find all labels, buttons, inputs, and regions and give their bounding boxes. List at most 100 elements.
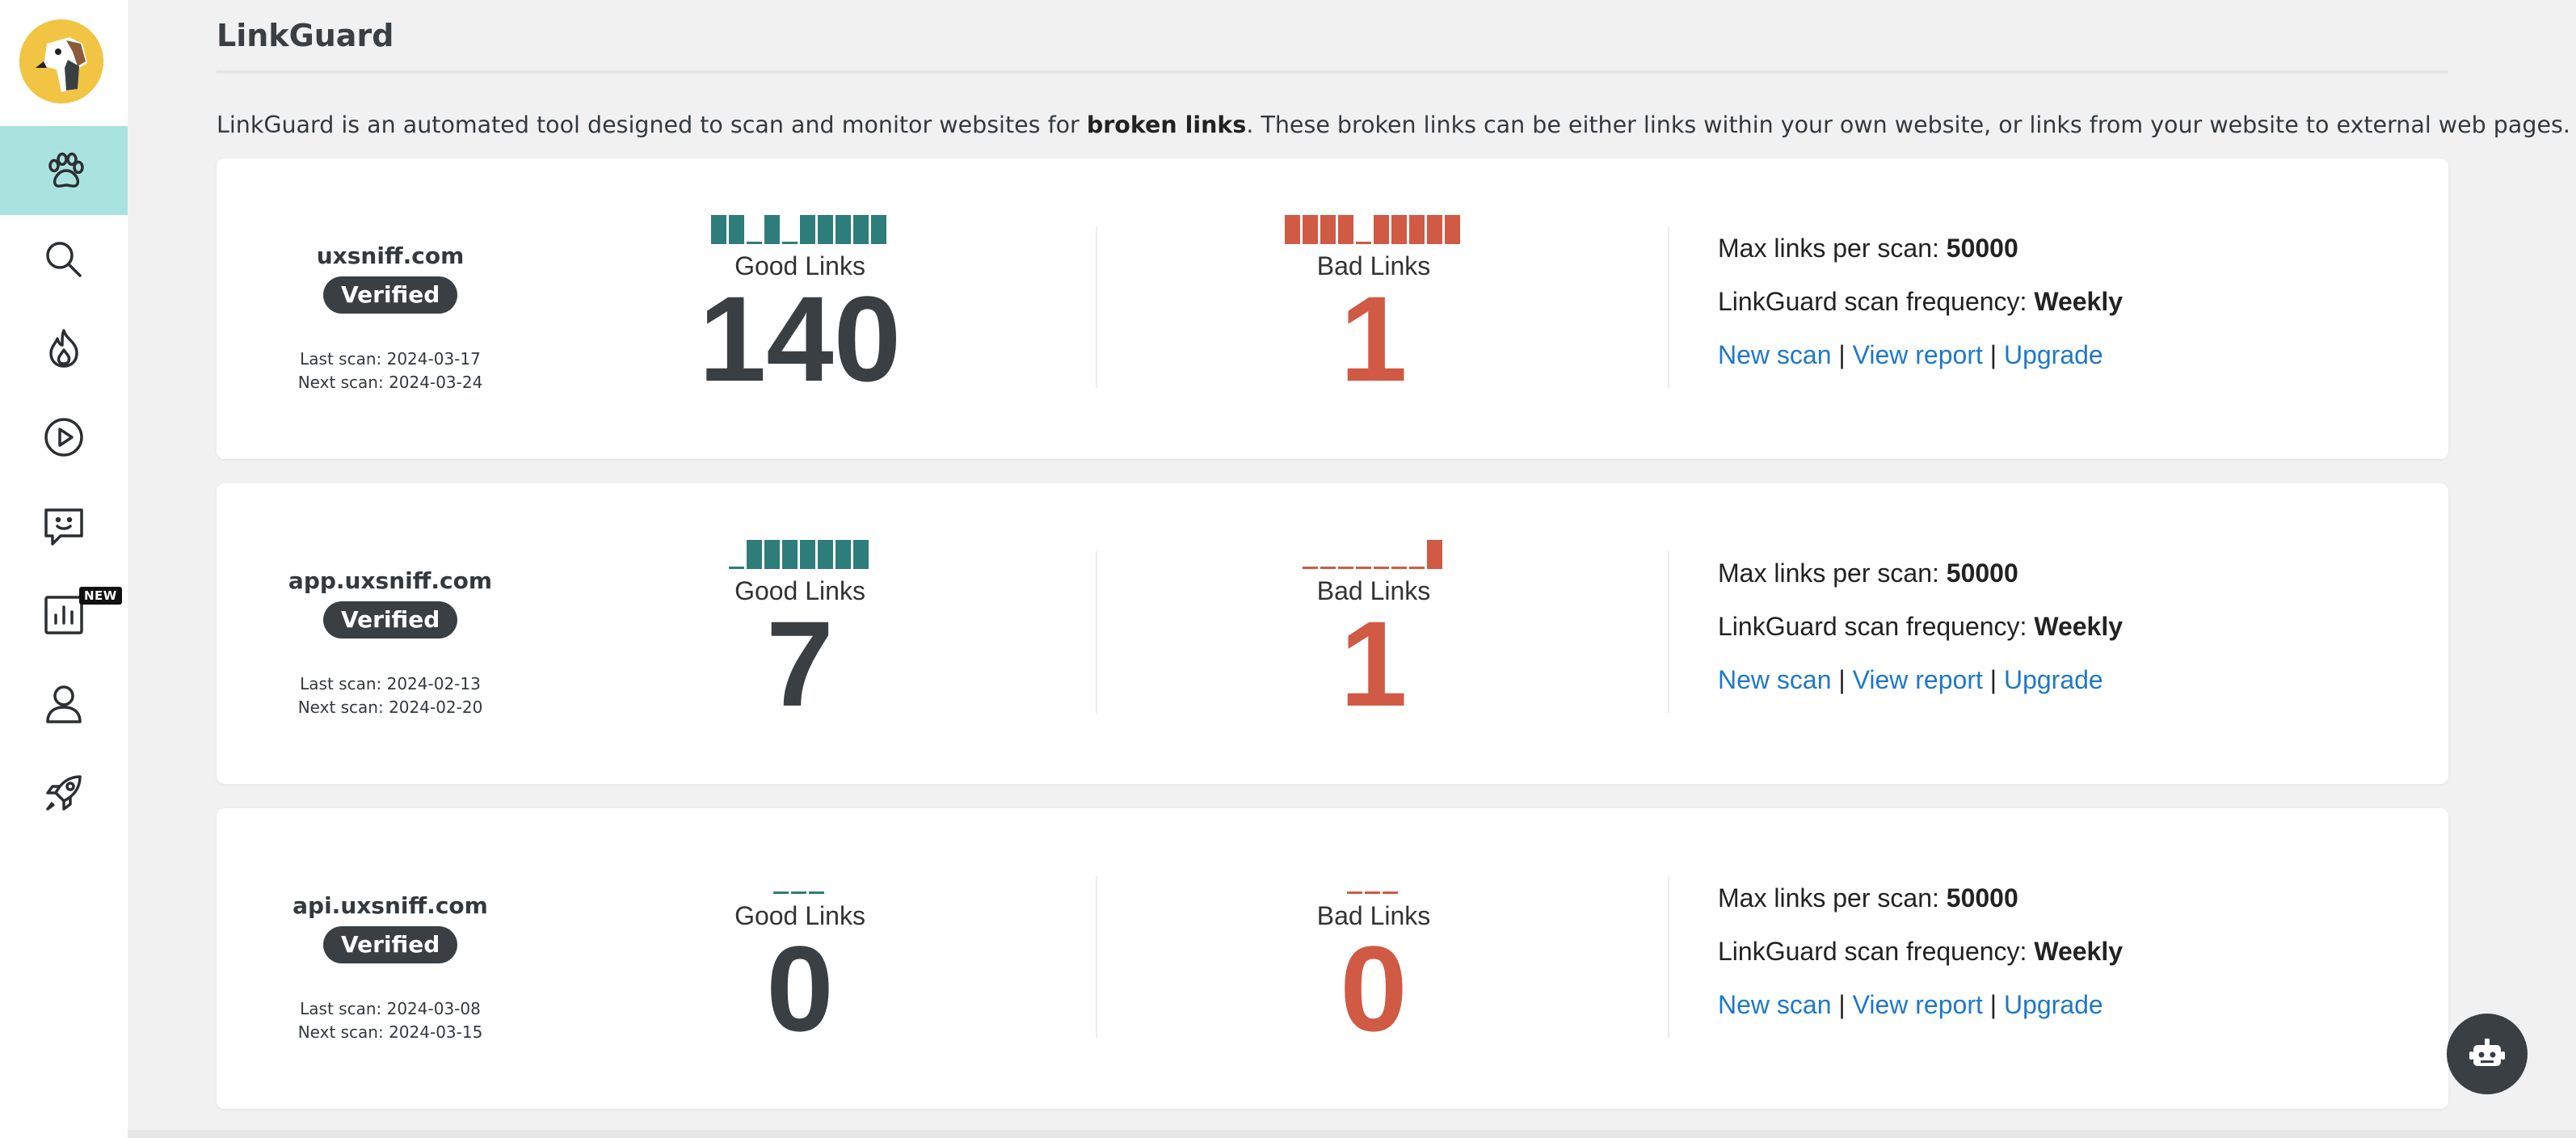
- chat-bot-button[interactable]: [2447, 1014, 2528, 1094]
- max-links-label: Max links per scan:: [1718, 234, 1939, 263]
- user-icon: [46, 685, 82, 723]
- frequency-label: LinkGuard scan frequency:: [1718, 937, 2027, 966]
- max-links-label: Max links per scan:: [1718, 883, 1939, 913]
- divider: [1096, 876, 1097, 1038]
- frequency-value: Weekly: [2034, 612, 2124, 641]
- robot-icon: [2469, 1039, 2505, 1066]
- divider: [1668, 876, 1669, 1038]
- good-links-sparkline: [729, 540, 869, 569]
- spark-bar: [711, 215, 726, 244]
- next-scan: Next scan: 2024-03-15: [297, 1022, 483, 1042]
- new-scan-link[interactable]: New scan: [1718, 990, 1832, 1019]
- spark-bar-empty: [1338, 567, 1353, 569]
- title-divider: [217, 70, 2448, 74]
- spark-bar: [853, 215, 869, 244]
- site-domain: app.uxsniff.com: [288, 567, 493, 594]
- spark-bar: [1303, 215, 1318, 244]
- bad-links-count: 1: [1340, 271, 1408, 407]
- spark-bar-empty: [1391, 567, 1407, 569]
- spark-bar-empty: [1347, 891, 1362, 894]
- max-links-value: 50000: [1946, 234, 2018, 263]
- separator: |: [1838, 990, 1846, 1019]
- site-card-3: api.uxsniff.com Verified Last scan: 2024…: [217, 808, 2448, 1109]
- spark-bar-empty: [1383, 891, 1398, 894]
- sidebar: NEW: [0, 0, 128, 1138]
- spark-bar: [1427, 215, 1442, 244]
- spark-bar-empty: [1409, 567, 1425, 569]
- nav-item-account[interactable]: [0, 660, 128, 748]
- spark-bar: [853, 540, 869, 569]
- separator: |: [1989, 990, 1997, 1019]
- intro-text: LinkGuard is an automated tool designed …: [217, 112, 2570, 138]
- upgrade-link[interactable]: Upgrade: [2004, 665, 2103, 694]
- spark-bar: [1409, 215, 1425, 244]
- page-title: LinkGuard: [217, 18, 394, 53]
- site-card-1: uxsniff.com Verified Last scan: 2024-03-…: [217, 158, 2448, 459]
- spark-bar-empty: [747, 242, 762, 244]
- new-scan-link[interactable]: New scan: [1718, 665, 1832, 694]
- card-actions: New scan | View report | Upgrade: [1718, 660, 2123, 713]
- spark-bar-empty: [1356, 242, 1371, 244]
- divider: [1096, 551, 1097, 713]
- card-actions: New scan | View report | Upgrade: [1718, 984, 2123, 1038]
- spark-bar-empty: [1320, 567, 1336, 569]
- nav-item-reports[interactable]: NEW: [0, 571, 128, 660]
- scan-info: Max links per scan: 50000 LinkGuard scan…: [1718, 228, 2123, 388]
- spark-bar: [1338, 215, 1353, 244]
- max-links: Max links per scan: 50000: [1718, 878, 2123, 931]
- chat-icon: [44, 508, 83, 546]
- spark-bar: [729, 215, 744, 244]
- nav-item-play[interactable]: [0, 393, 128, 482]
- verified-badge: Verified: [323, 926, 458, 963]
- flame-icon: [49, 329, 78, 368]
- app-logo[interactable]: [19, 19, 103, 103]
- nav-item-feedback[interactable]: [0, 482, 128, 571]
- new-scan-link[interactable]: New scan: [1718, 340, 1832, 369]
- divider: [1668, 551, 1669, 713]
- frequency-label: LinkGuard scan frequency:: [1718, 612, 2027, 641]
- view-report-link[interactable]: View report: [1853, 990, 1983, 1019]
- new-badge: NEW: [79, 587, 122, 605]
- spark-bar-empty: [1303, 567, 1318, 569]
- nav-item-search[interactable]: [0, 215, 128, 304]
- intro-before: LinkGuard is an automated tool designed …: [217, 112, 1087, 138]
- spark-bar-empty: [1374, 567, 1389, 569]
- scan-frequency: LinkGuard scan frequency: Weekly: [1718, 931, 2123, 984]
- bad-links-sparkline: [1285, 215, 1460, 244]
- scan-info: Max links per scan: 50000 LinkGuard scan…: [1718, 878, 2123, 1038]
- intro-after: . These broken links can be either links…: [1246, 112, 2570, 138]
- good-links-count: 0: [766, 921, 834, 1056]
- max-links: Max links per scan: 50000: [1718, 553, 2123, 606]
- view-report-link[interactable]: View report: [1853, 665, 1983, 694]
- spark-bar-empty: [1365, 891, 1380, 894]
- good-links-count: 140: [698, 271, 902, 407]
- nav-item-paw[interactable]: [0, 126, 128, 215]
- frequency-value: Weekly: [2034, 287, 2124, 316]
- site-domain: uxsniff.com: [316, 242, 465, 269]
- spark-bar: [764, 215, 780, 244]
- spark-bar: [1391, 215, 1407, 244]
- view-report-link[interactable]: View report: [1853, 340, 1983, 369]
- upgrade-link[interactable]: Upgrade: [2004, 990, 2103, 1019]
- spark-bar: [800, 540, 815, 569]
- spark-bar: [1374, 215, 1389, 244]
- spark-bar: [800, 215, 815, 244]
- max-links-value: 50000: [1946, 883, 2018, 913]
- spark-bar: [1445, 215, 1460, 244]
- spark-bar: [747, 540, 762, 569]
- last-scan: Last scan: 2024-03-17: [300, 349, 481, 369]
- card-actions: New scan | View report | Upgrade: [1718, 335, 2123, 388]
- search-icon: [46, 242, 82, 277]
- bad-links-sparkline: [1347, 891, 1398, 894]
- bottom-edge: [128, 1130, 2576, 1138]
- nav-item-launch[interactable]: [0, 748, 128, 837]
- scan-dates: Last scan: 2024-02-13 Next scan: 2024-02…: [217, 672, 564, 719]
- play-icon: [44, 418, 83, 457]
- verified-badge: Verified: [323, 276, 458, 314]
- good-links-sparkline: [773, 891, 824, 894]
- upgrade-link[interactable]: Upgrade: [2004, 340, 2103, 369]
- frequency-label: LinkGuard scan frequency:: [1718, 287, 2027, 316]
- nav-item-flame[interactable]: [0, 304, 128, 393]
- dog-logo-icon: [19, 19, 103, 103]
- bad-links-count: 0: [1340, 921, 1408, 1056]
